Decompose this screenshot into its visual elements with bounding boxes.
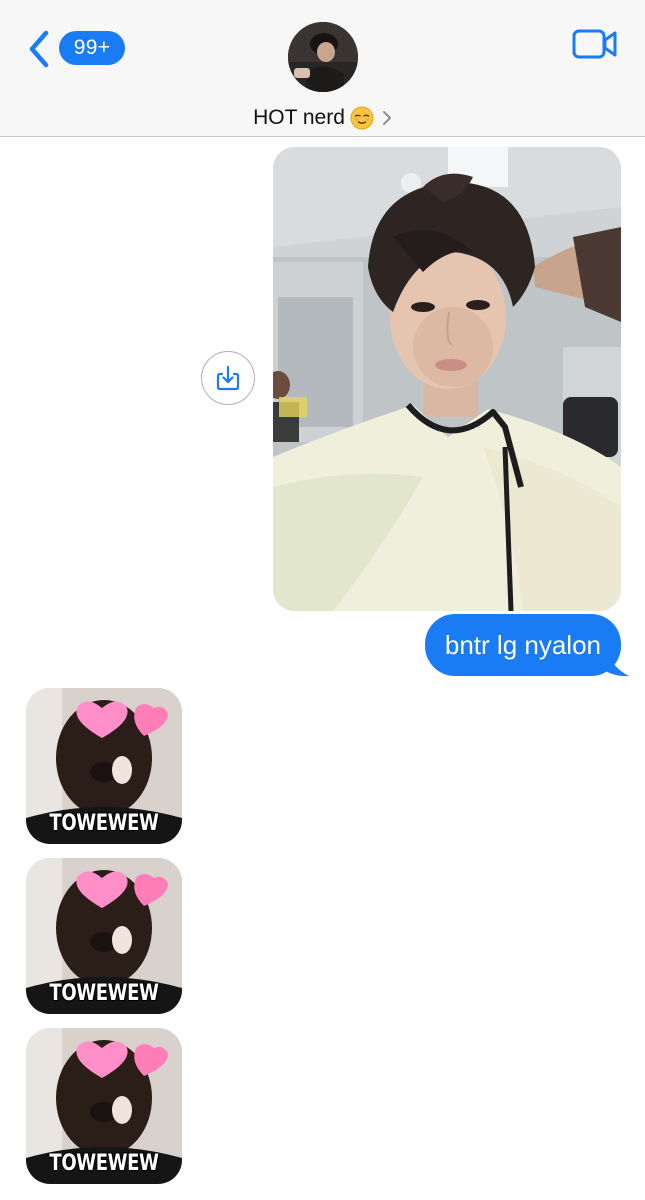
sticker-message[interactable]: TOWEWEW [26,858,182,1014]
relieved-face-emoji-icon [350,106,374,130]
chevron-right-icon [382,111,391,125]
selfie-photo [273,147,621,611]
sticker-caption: TOWEWEW [49,1151,159,1176]
sticker-caption: TOWEWEW [49,811,159,836]
facetime-video-icon[interactable] [571,27,619,61]
back-chevron-icon[interactable] [24,28,54,70]
sticker-message[interactable]: TOWEWEW [26,1028,182,1184]
sent-message-bubble[interactable]: bntr lg nyalon [424,614,621,676]
contact-avatar[interactable] [288,22,358,92]
message-tail [601,646,629,677]
conversation-header: 99+ HOT nerd [0,0,645,137]
contact-name: HOT nerd [253,106,345,129]
contact-name-button[interactable]: HOT nerd [0,104,645,132]
save-photo-button[interactable] [201,351,255,405]
unread-count-badge[interactable]: 99+ [59,31,125,65]
sticker-message[interactable]: TOWEWEW [26,688,182,844]
sticker-caption: TOWEWEW [49,981,159,1006]
save-download-icon [216,365,240,391]
photo-message[interactable] [273,147,621,611]
